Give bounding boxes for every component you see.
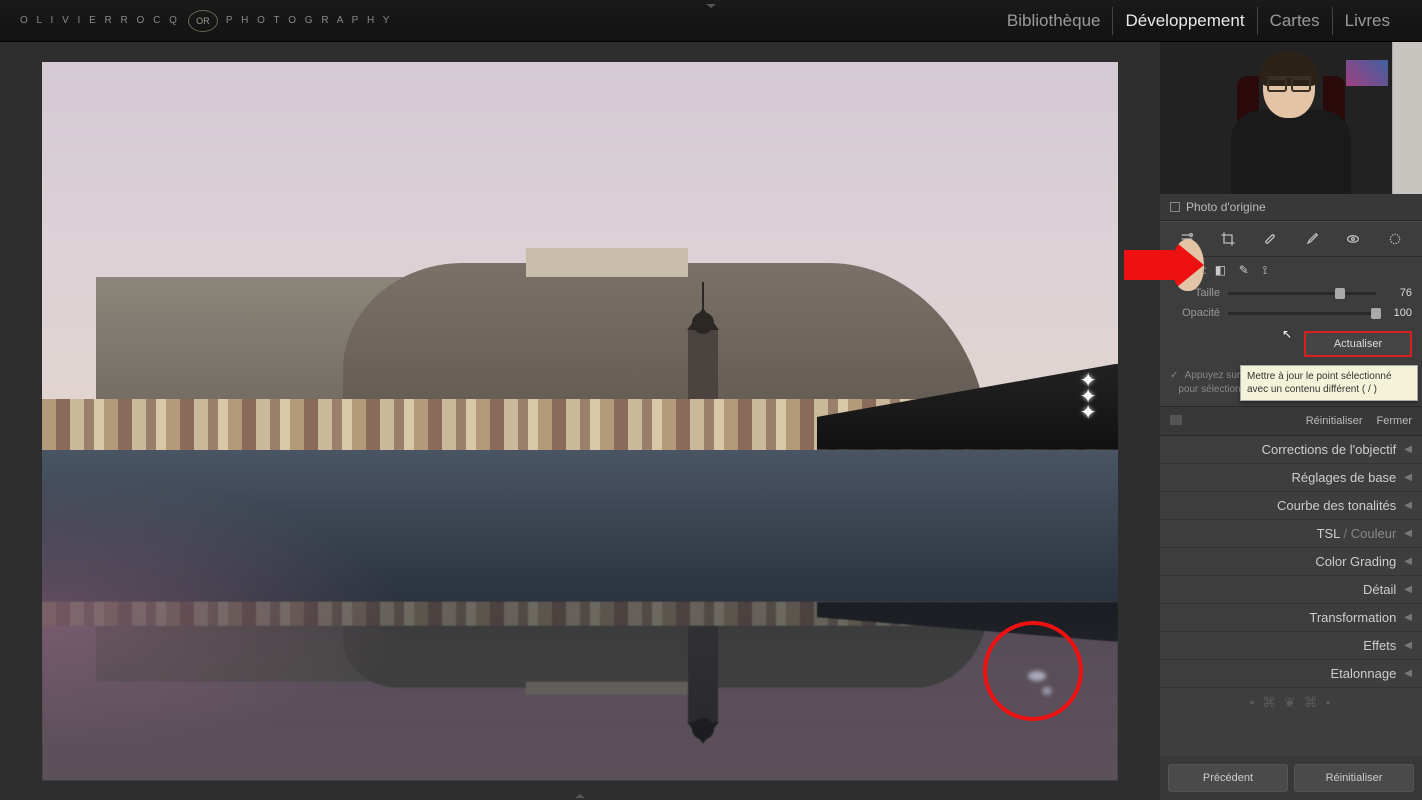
opacity-value: 100 — [1384, 307, 1412, 319]
panel-basic[interactable]: Réglages de base◀ — [1160, 464, 1422, 492]
opacity-label: Opacité — [1170, 307, 1220, 319]
collapse-icon: ◀ — [1404, 472, 1412, 483]
right-panel: Photo d'origine Mode : ◧ ✎ ⟟ Taille 76 O… — [1160, 42, 1422, 800]
opacity-slider-row: Opacité 100 — [1160, 303, 1422, 323]
identity-plate: O L I V I E R R O C Q OR P H O T O G R A… — [20, 10, 392, 32]
panel-tone-curve[interactable]: Courbe des tonalités◀ — [1160, 492, 1422, 520]
tab-library[interactable]: Bibliothèque — [995, 7, 1114, 35]
check-icon: ✓ — [1170, 370, 1178, 381]
reset-button[interactable]: Réinitialiser — [1294, 764, 1414, 792]
collapse-icon: ◀ — [1404, 640, 1412, 651]
main-area: ✦✦✦ Photo d'origine — [0, 42, 1422, 800]
panel-color-grading[interactable]: Color Grading◀ — [1160, 548, 1422, 576]
opacity-slider[interactable] — [1228, 312, 1376, 315]
collapse-icon: ◀ — [1404, 584, 1412, 595]
size-value: 76 — [1384, 287, 1412, 299]
panel-calibration[interactable]: Etalonnage◀ — [1160, 660, 1422, 688]
sidebar-footer: Précédent Réinitialiser — [1160, 756, 1422, 800]
previous-button[interactable]: Précédent — [1168, 764, 1288, 792]
size-slider[interactable] — [1228, 292, 1376, 295]
crop-tool-icon[interactable] — [1217, 230, 1239, 248]
collapse-icon: ◀ — [1404, 612, 1412, 623]
tab-develop[interactable]: Développement — [1113, 7, 1257, 35]
canvas-area: ✦✦✦ — [0, 42, 1160, 800]
module-tabs: Bibliothèque Développement Cartes Livres — [995, 7, 1402, 35]
tool-reset-link[interactable]: Réinitialiser — [1306, 415, 1363, 427]
brand-left: O L I V I E R R O C Q — [20, 15, 180, 26]
brand-logo: OR — [188, 10, 218, 32]
eraser-icon[interactable]: ◧ — [1215, 263, 1231, 277]
collapse-icon: ◀ — [1404, 556, 1412, 567]
panel-transform[interactable]: Transformation◀ — [1160, 604, 1422, 632]
photo-preview[interactable]: ✦✦✦ — [42, 62, 1118, 781]
panel-lens-corrections[interactable]: Corrections de l'objectif◀ — [1160, 436, 1422, 464]
mask-tool-icon[interactable] — [1384, 230, 1406, 248]
cursor-icon: ↖ — [1282, 327, 1292, 341]
annotation-arrow — [1124, 250, 1174, 280]
refresh-tooltip: Mettre à jour le point sélectionné avec … — [1240, 365, 1418, 401]
tab-books[interactable]: Livres — [1333, 7, 1402, 35]
panel-effects[interactable]: Effets◀ — [1160, 632, 1422, 660]
webcam-overlay — [1160, 42, 1422, 194]
collapse-icon: ◀ — [1404, 500, 1412, 511]
panel-detail[interactable]: Détail◀ — [1160, 576, 1422, 604]
original-label: Photo d'origine — [1186, 200, 1266, 214]
top-panel-toggle-icon[interactable] — [706, 4, 716, 8]
tab-maps[interactable]: Cartes — [1258, 7, 1333, 35]
heal-tool-icon[interactable] — [1259, 230, 1281, 248]
collapse-icon: ◀ — [1404, 528, 1412, 539]
redeye-tool-icon[interactable] — [1342, 230, 1364, 248]
original-checkbox[interactable] — [1170, 202, 1180, 212]
tool-footer-row: Réinitialiser Fermer — [1160, 406, 1422, 436]
panel-end-ornament: • ⌘ ❦ ⌘ • — [1160, 688, 1422, 716]
stamp-icon[interactable]: ⟟ — [1263, 263, 1279, 277]
panel-tsl-color[interactable]: TSL / Couleur◀ — [1160, 520, 1422, 548]
sidebar-spacer — [1160, 716, 1422, 756]
eyedropper-tool-icon[interactable] — [1301, 230, 1323, 248]
annotation-circle — [983, 621, 1083, 721]
panel-list: Corrections de l'objectif◀ Réglages de b… — [1160, 436, 1422, 716]
presenter-figure — [1231, 48, 1351, 188]
refresh-button[interactable]: Actualiser — [1304, 331, 1412, 357]
bottom-panel-toggle-icon[interactable] — [575, 794, 585, 798]
size-slider-row: Taille 76 — [1160, 283, 1422, 303]
original-photo-row[interactable]: Photo d'origine — [1160, 194, 1422, 221]
panel-switch-icon[interactable] — [1170, 415, 1182, 425]
refresh-row: Actualiser ↖ — [1160, 323, 1422, 365]
hint-area: ✓ Appuyez sur la to pour sélectionner Me… — [1160, 365, 1422, 406]
collapse-icon: ◀ — [1404, 444, 1412, 455]
collapse-icon: ◀ — [1404, 668, 1412, 679]
tool-close-link[interactable]: Fermer — [1377, 415, 1412, 427]
brush-icon[interactable]: ✎ — [1239, 263, 1255, 277]
brand-right: P H O T O G R A P H Y — [226, 15, 393, 26]
